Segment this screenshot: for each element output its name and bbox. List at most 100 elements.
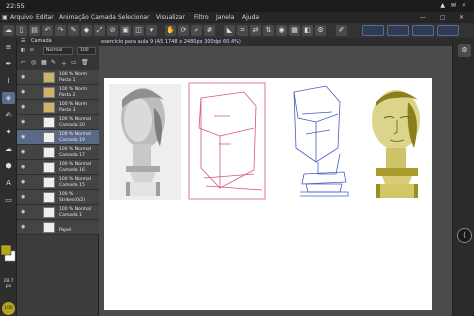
- layer-row[interactable]: ◉ 100 % Strikes(0/2): [17, 190, 99, 205]
- eye-icon[interactable]: ◉: [21, 149, 25, 155]
- menu-visualizar[interactable]: Visualizar: [156, 12, 185, 23]
- menu-selecionar[interactable]: Selecionar: [118, 12, 149, 23]
- redo-icon[interactable]: ↷: [55, 25, 66, 36]
- fill-tool-icon[interactable]: ⬢: [2, 160, 15, 172]
- new-file-icon[interactable]: ▯: [16, 25, 27, 36]
- new-folder-icon[interactable]: ▭: [71, 59, 77, 66]
- text-icon[interactable]: A: [2, 177, 15, 189]
- invert-selection-icon[interactable]: ◫: [133, 25, 144, 36]
- lock-icon[interactable]: ⊡: [30, 48, 34, 53]
- hand-icon[interactable]: ✋: [165, 25, 176, 36]
- settings-icon[interactable]: ⚙: [315, 25, 326, 36]
- menu-editar[interactable]: Editar: [36, 12, 54, 23]
- new-raster-layer-icon[interactable]: ＋: [61, 59, 67, 68]
- layer-row[interactable]: ◉ 100 % Normal Camada 20: [17, 115, 99, 130]
- layer-row[interactable]: ◉ Papel: [17, 220, 99, 235]
- layer-row[interactable]: ◉ 100 % Normal Camada 17: [17, 145, 99, 160]
- delete-layer-icon[interactable]: 🗑: [81, 59, 89, 66]
- app-icon[interactable]: ▣: [2, 12, 8, 23]
- menu-animacao[interactable]: Animação: [59, 12, 89, 23]
- eye-icon[interactable]: ◉: [21, 74, 25, 80]
- deselect-icon[interactable]: ⊘: [107, 25, 118, 36]
- airbrush-icon[interactable]: ✦: [2, 126, 15, 138]
- menu-icon[interactable]: ≡: [2, 41, 15, 53]
- mask-icon[interactable]: ◧: [21, 48, 25, 53]
- status-icons: ▲ ✉ ⚡: [440, 2, 468, 9]
- stabilizer-curve-3[interactable]: [412, 25, 434, 36]
- eye-icon[interactable]: ◉: [21, 179, 25, 185]
- edge-keyboard-toggle[interactable]: ⟨: [457, 228, 472, 243]
- reference-icon[interactable]: ◧: [302, 25, 313, 36]
- palette-icon[interactable]: ◉: [276, 25, 287, 36]
- brush-size-indicator[interactable]: 28.7 px: [1, 279, 16, 289]
- pen-pressure-icon[interactable]: ✐: [336, 25, 347, 36]
- layer-row[interactable]: ◉ 100 % Norm Pasta 3: [17, 100, 99, 115]
- blend-mode-select[interactable]: Normal: [43, 47, 73, 55]
- eye-icon[interactable]: ◉: [21, 89, 25, 95]
- layer-row[interactable]: ◉ 100 % Norm Pasta 1: [17, 70, 99, 85]
- layer-mode-label: 100 % Normal: [59, 117, 92, 122]
- rotate-icon[interactable]: ⟳: [178, 25, 189, 36]
- maximize-button[interactable]: ▢: [440, 12, 446, 23]
- lock-alpha-icon[interactable]: ▦: [41, 59, 47, 66]
- figure-icon[interactable]: ▭: [2, 194, 15, 206]
- pen-icon[interactable]: ✒: [2, 58, 15, 70]
- layer-tab-label[interactable]: Camada: [31, 38, 52, 45]
- menu-ajuda[interactable]: Ajuda: [242, 12, 259, 23]
- stabilizer-curve-1[interactable]: [362, 25, 384, 36]
- reference-layer-icon[interactable]: ◎: [31, 59, 36, 66]
- ruler-icon[interactable]: ◣: [224, 25, 235, 36]
- layer-row[interactable]: ◉ 100 % Normal Camada 1: [17, 205, 99, 220]
- blend-icon[interactable]: ☁: [2, 143, 15, 155]
- eyedropper-icon[interactable]: ⌇: [2, 75, 15, 87]
- clip-icon[interactable]: ⌐: [21, 59, 26, 66]
- brush-opacity-indicator[interactable]: 100: [2, 302, 15, 315]
- stabilizer-curve-4[interactable]: [437, 25, 459, 36]
- draft-icon[interactable]: ✎: [51, 59, 56, 66]
- menu-camada[interactable]: Camada: [91, 12, 116, 23]
- menu-arquivo[interactable]: Arquivo: [10, 12, 33, 23]
- eye-icon[interactable]: ◉: [21, 194, 25, 200]
- canvas-paper[interactable]: [104, 78, 432, 310]
- eye-icon[interactable]: ◉: [21, 134, 25, 140]
- eye-icon[interactable]: ◉: [21, 104, 25, 110]
- minimize-button[interactable]: —: [420, 12, 426, 23]
- layer-list: ◉ 100 % Norm Pasta 1 ◉ 100 % Norm Pasta 2 ◉ 100…: [17, 70, 99, 316]
- eraser-icon[interactable]: ◈: [2, 92, 15, 104]
- grid-icon[interactable]: #: [204, 25, 215, 36]
- brush-icon[interactable]: ✍: [2, 109, 15, 121]
- layer-tab-icon[interactable]: ☰: [21, 38, 25, 45]
- layer-mode-label: 100 % Norm: [59, 72, 87, 77]
- close-button[interactable]: ✕: [459, 12, 464, 23]
- layer-row[interactable]: ◉ 100 % Norm Pasta 2: [17, 85, 99, 100]
- mirror-icon[interactable]: ⇅: [263, 25, 274, 36]
- stabilizer-curve-2[interactable]: [387, 25, 409, 36]
- menu-filtro[interactable]: Filtro: [194, 12, 209, 23]
- eye-icon[interactable]: ◉: [21, 224, 25, 230]
- settings-icon[interactable]: ⚙: [458, 44, 471, 57]
- menu-janela[interactable]: Janela: [216, 12, 234, 23]
- cloud-icon[interactable]: ☁: [3, 25, 14, 36]
- layer-row[interactable]: ◉ 100 % Normal Camada 15: [17, 175, 99, 190]
- fill-icon[interactable]: ◆: [81, 25, 92, 36]
- zoom-icon[interactable]: ⌕: [191, 25, 202, 36]
- layer-row[interactable]: ◉ 100 % Normal Camada 16: [17, 160, 99, 175]
- document-tab[interactable]: exercício para aula 9 (A5 1748 x 2480px …: [99, 38, 452, 46]
- layer-name-label: Strikes(0/2): [59, 198, 86, 203]
- crop-icon[interactable]: ⌗: [237, 25, 248, 36]
- chevron-down-icon[interactable]: ▾: [146, 25, 157, 36]
- eye-icon[interactable]: ◉: [21, 164, 25, 170]
- layer-icon[interactable]: ▦: [289, 25, 300, 36]
- eye-icon[interactable]: ◉: [21, 209, 25, 215]
- transform-icon[interactable]: ⤢: [94, 25, 105, 36]
- erase-icon[interactable]: ✎: [68, 25, 79, 36]
- folder-icon: [43, 87, 55, 98]
- undo-icon[interactable]: ↶: [42, 25, 53, 36]
- opacity-field[interactable]: 100: [77, 47, 96, 55]
- flip-icon[interactable]: ⇄: [250, 25, 261, 36]
- save-icon[interactable]: ▤: [29, 25, 40, 36]
- color-swatch[interactable]: [0, 243, 17, 273]
- eye-icon[interactable]: ◉: [21, 119, 25, 125]
- select-all-icon[interactable]: ▣: [120, 25, 131, 36]
- layer-row[interactable]: ◉ 100 % Normal Camada 19: [17, 130, 99, 145]
